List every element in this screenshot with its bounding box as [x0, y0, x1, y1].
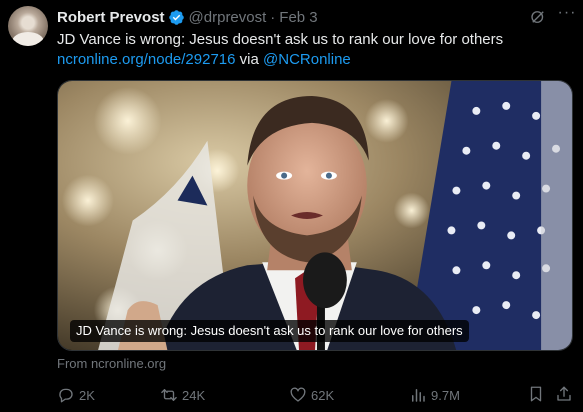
- tweet-link-line: ncronline.org/node/292716 via @NCRonline: [57, 50, 573, 70]
- action-bar: 2K 24K 62K 9.7M: [57, 384, 573, 406]
- mention-link[interactable]: @NCRonline: [263, 51, 351, 68]
- like-button[interactable]: 62K: [289, 384, 334, 406]
- tweet-text: JD Vance is wrong: Jesus doesn't ask us …: [57, 30, 573, 70]
- separator-dot: ·: [270, 8, 276, 26]
- article-link[interactable]: ncronline.org/node/292716: [57, 51, 235, 68]
- author-name[interactable]: Robert Prevost: [57, 9, 165, 26]
- reply-icon: [59, 388, 73, 403]
- views-icon: [412, 389, 425, 402]
- reply-button[interactable]: 2K: [57, 384, 95, 406]
- like-icon: [290, 387, 306, 402]
- verified-badge-icon[interactable]: [168, 9, 185, 26]
- views-button[interactable]: 9.7M: [409, 384, 460, 406]
- author-handle[interactable]: @drprevost: [189, 9, 267, 26]
- repost-count: 24K: [182, 387, 206, 403]
- repost-button[interactable]: 24K: [160, 384, 205, 406]
- post-date[interactable]: Feb 3: [279, 9, 317, 26]
- like-count: 62K: [311, 387, 335, 403]
- avatar[interactable]: [8, 6, 48, 46]
- bookmark-icon[interactable]: [527, 384, 545, 404]
- reply-count: 2K: [79, 387, 95, 403]
- more-icon[interactable]: ···: [557, 5, 577, 26]
- via-text: via: [239, 51, 259, 68]
- link-card[interactable]: JD Vance is wrong: Jesus doesn't ask us …: [57, 80, 573, 351]
- tweet[interactable]: Robert Prevost @drprevost · Feb 3 ··· JD…: [0, 0, 583, 412]
- repost-icon: [161, 389, 177, 401]
- grok-icon[interactable]: [529, 8, 547, 26]
- card-image[interactable]: [58, 81, 572, 351]
- card-source[interactable]: From ncronline.org: [57, 356, 166, 371]
- tweet-body-text: JD Vance is wrong: Jesus doesn't ask us …: [57, 31, 504, 48]
- share-icon[interactable]: [555, 384, 573, 404]
- tweet-header: Robert Prevost @drprevost · Feb 3: [57, 7, 318, 27]
- views-count: 9.7M: [431, 387, 460, 403]
- card-caption: JD Vance is wrong: Jesus doesn't ask us …: [70, 320, 469, 342]
